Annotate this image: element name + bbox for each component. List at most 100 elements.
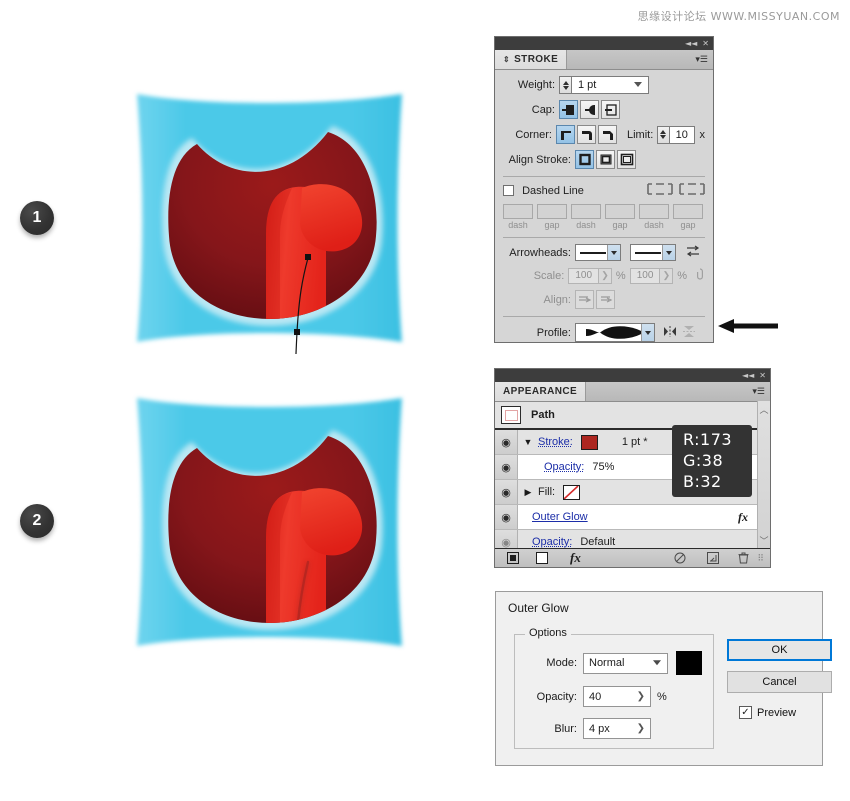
disclosure-triangle-open-icon[interactable]: ▼ (518, 434, 538, 450)
extend-arrow-beyond-end-icon[interactable] (575, 290, 594, 309)
outer-glow-dialog: Outer Glow Options Mode: Normal Opacity:… (495, 591, 832, 766)
weight-value: 1 pt (578, 79, 597, 91)
gap-field-3[interactable] (673, 204, 703, 219)
bevel-join-icon[interactable] (598, 125, 617, 144)
limit-input[interactable]: 10 (668, 125, 696, 144)
appearance-panel-footer: fx ⠿ (495, 548, 770, 567)
cancel-button-label: Cancel (762, 676, 797, 688)
panel-menu-icon[interactable]: ▾☰ (695, 55, 708, 64)
mode-value: Normal (589, 657, 625, 669)
add-new-effect-icon[interactable]: fx (558, 550, 594, 566)
opacity-slider-icon[interactable]: ❯ (637, 691, 645, 702)
weight-stepper[interactable] (559, 76, 571, 94)
stroke-opacity-value: 75% (592, 461, 615, 473)
miter-join-icon[interactable] (556, 125, 575, 144)
stroke-color-swatch[interactable] (580, 434, 598, 450)
tab-stroke[interactable]: ⇕ STROKE (495, 50, 568, 69)
blur-slider-icon[interactable]: ❯ (637, 723, 645, 734)
scroll-up-icon[interactable]: ︿ (759, 403, 768, 416)
cancel-button[interactable]: Cancel (727, 671, 832, 693)
tab-appearance[interactable]: APPEARANCE (495, 382, 587, 401)
stroke-opacity-label[interactable]: Opacity: (544, 461, 584, 473)
fx-badge-icon[interactable]: fx (738, 510, 748, 525)
appearance-scrollbar[interactable]: ︿ ﹀ (757, 401, 770, 549)
preview-checkbox-wrap[interactable]: ✓ Preview (739, 706, 796, 719)
preview-checkbox[interactable]: ✓ (739, 706, 752, 719)
dashed-line-checkbox[interactable] (503, 184, 514, 196)
gap-field-2[interactable] (605, 204, 635, 219)
blur-value: 4 px (589, 722, 610, 735)
flip-across-icon[interactable] (663, 325, 677, 341)
arrowhead-end-select[interactable] (630, 244, 676, 261)
projecting-cap-icon[interactable] (601, 100, 620, 119)
scale-end-slider-icon[interactable]: ❯ (660, 267, 674, 284)
align-center-icon[interactable] (575, 150, 594, 169)
scale-end-input[interactable]: 100 (629, 267, 661, 284)
close-icon[interactable]: ✕ (759, 371, 766, 380)
blur-input[interactable]: 4 px ❯ (583, 718, 651, 739)
link-scale-icon[interactable] (695, 267, 705, 284)
illustration-step-2 (137, 398, 402, 646)
swap-arrowheads-icon[interactable] (686, 245, 700, 260)
gap-label-3: gap (680, 220, 696, 230)
fill-none-swatch[interactable] (563, 484, 581, 500)
visibility-toggle-icon[interactable]: ◉ (495, 480, 518, 504)
clear-appearance-icon[interactable] (663, 552, 697, 564)
place-arrow-at-end-icon[interactable] (596, 290, 615, 309)
opacity-input[interactable]: 40 ❯ (583, 686, 651, 707)
stroke-panel-titlebar: ◄◄ ✕ (495, 37, 713, 50)
collapse-icon[interactable]: ◄◄ (742, 371, 754, 380)
scale-start-slider-icon[interactable]: ❯ (599, 267, 612, 284)
opacity-label[interactable]: Opacity: (532, 536, 572, 548)
visibility-toggle-icon[interactable]: ◉ (495, 455, 518, 479)
arrowheads-label: Arrowheads: (509, 246, 571, 259)
resize-grip-icon[interactable]: ⠿ (757, 553, 764, 564)
round-cap-icon[interactable] (580, 100, 599, 119)
glow-color-swatch[interactable] (676, 651, 702, 675)
align-outside-icon[interactable] (617, 150, 636, 169)
ok-button[interactable]: OK (727, 639, 832, 661)
align-inside-icon[interactable] (596, 150, 615, 169)
add-new-fill-icon[interactable] (526, 552, 558, 564)
dash-label-2: dash (576, 220, 596, 230)
weight-row: Weight: 1 pt (503, 76, 705, 94)
dash-field-1[interactable] (503, 204, 533, 219)
delete-item-icon[interactable] (729, 552, 757, 564)
limit-unit: x (699, 128, 705, 141)
visibility-toggle-icon[interactable]: ◉ (495, 430, 518, 454)
arrowhead-start-select[interactable] (575, 244, 621, 261)
stroke-weight-value[interactable]: 1 pt * (622, 436, 648, 448)
align-stroke-button-group (575, 150, 636, 169)
ok-button-label: OK (771, 644, 788, 656)
weight-input[interactable]: 1 pt (571, 76, 649, 94)
limit-stepper[interactable] (657, 125, 669, 144)
add-new-stroke-icon[interactable] (501, 552, 526, 564)
tab-stroke-label: STROKE (514, 54, 559, 65)
butt-cap-icon[interactable] (559, 100, 578, 119)
dash-field-2[interactable] (571, 204, 601, 219)
stroke-row-label[interactable]: Stroke: (538, 436, 573, 448)
close-icon[interactable]: ✕ (702, 39, 709, 48)
outer-glow-label[interactable]: Outer Glow (532, 511, 588, 523)
fill-row-label[interactable]: Fill: (538, 486, 555, 498)
profile-select[interactable] (575, 323, 655, 342)
dashed-line-checkbox-wrap[interactable]: Dashed Line (503, 184, 584, 197)
visibility-toggle-icon[interactable]: ◉ (495, 505, 518, 529)
round-join-icon[interactable] (577, 125, 596, 144)
stroke-panel: ◄◄ ✕ ⇕ STROKE ▾☰ Weight: 1 pt Cap: Corne… (494, 36, 714, 343)
checkmark-icon: ✓ (741, 707, 750, 718)
gap-field-1[interactable] (537, 204, 567, 219)
duplicate-item-icon[interactable] (697, 552, 729, 564)
appearance-row-outer-glow[interactable]: ◉ Outer Glow fx (495, 505, 770, 530)
disclosure-triangle-closed-icon[interactable]: ▶ (518, 484, 538, 500)
mode-select[interactable]: Normal (583, 652, 668, 674)
dash-align-icon[interactable] (679, 183, 705, 198)
scale-start-input[interactable]: 100 (568, 267, 600, 284)
flip-along-icon[interactable] (682, 325, 696, 341)
annotation-arrow-to-profile (718, 319, 778, 333)
dash-preserve-icon[interactable] (647, 183, 673, 198)
scroll-down-icon[interactable]: ﹀ (759, 534, 768, 547)
collapse-icon[interactable]: ◄◄ (685, 39, 697, 48)
dash-field-3[interactable] (639, 204, 669, 219)
panel-menu-icon[interactable]: ▾☰ (752, 387, 765, 396)
